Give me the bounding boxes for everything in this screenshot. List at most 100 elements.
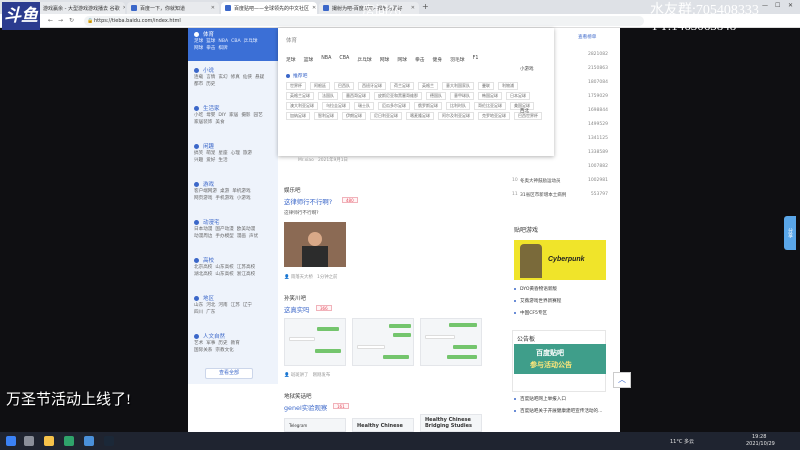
category-link[interactable]: 手办模型 (215, 234, 233, 239)
rank-row[interactable]: 1807084 (512, 80, 608, 85)
category-link[interactable]: 宗教文化 (215, 348, 233, 353)
bar-tag[interactable]: 曼联 (478, 82, 494, 90)
browser-tab-3[interactable]: 百度贴吧——全球领先的中文社区 ✕ (221, 2, 317, 14)
category-link[interactable]: 欧美动漫 (237, 227, 255, 232)
category-link[interactable]: 爱好 (206, 158, 215, 163)
maximize-icon[interactable]: ☐ (775, 2, 780, 9)
category-novel[interactable]: 小说 连载 言情 玄幻 修真 仙侠 悬疑 都市 历史 (188, 66, 278, 88)
category-link[interactable]: 星座 (218, 151, 227, 156)
post-image[interactable] (352, 318, 414, 366)
category-culture[interactable]: 人文自然 艺术 军事 历史 教育 国际关系 宗教文化 (188, 332, 278, 354)
close-tab-icon[interactable]: ✕ (408, 5, 415, 11)
bar-tag[interactable]: 英格兰 (418, 82, 438, 90)
category-link[interactable]: 桌游 (220, 189, 229, 194)
bar-tag[interactable]: 韩国足球 (478, 92, 502, 100)
rank-row[interactable]: 1759029 (512, 94, 608, 99)
bar-tag[interactable]: 瑞士队 (354, 102, 374, 110)
bar-tag[interactable]: 加纳足球 (286, 112, 310, 120)
game-link[interactable]: 艾薇游戏世界新赛程 (514, 298, 561, 304)
post-bar-name[interactable]: 娱乐吧 (284, 186, 301, 194)
category-link[interactable]: 历史 (218, 341, 227, 346)
minimize-icon[interactable]: — (762, 2, 768, 9)
category-link[interactable]: 湖北高校 (194, 272, 212, 277)
category-link[interactable]: 都市 (194, 82, 203, 87)
category-link[interactable]: 北京高校 (194, 265, 212, 270)
game-link[interactable]: DYO黄昏物语新版 (514, 286, 557, 292)
bar-tag[interactable]: 西班牙足球 (358, 82, 386, 90)
category-link[interactable]: 山东高校 (215, 272, 233, 277)
rank-row[interactable]: 2821082 (512, 52, 608, 57)
bar-tag[interactable]: 阿根廷 (310, 82, 330, 90)
clock-date[interactable]: 2021/10/29 (746, 441, 775, 447)
flyout-category-link[interactable]: 羽毛球 (450, 56, 464, 63)
post-title[interactable]: genel实验观察 (284, 403, 327, 412)
category-link[interactable]: 家居装饰 (194, 120, 212, 125)
category-link[interactable]: 玄幻 (218, 75, 227, 80)
close-tab-icon[interactable]: ✕ (309, 5, 316, 11)
post-title[interactable]: 这律师行不行啊? (284, 197, 332, 206)
category-link[interactable]: 小游戏 (237, 196, 251, 201)
category-link[interactable]: 江苏 (231, 303, 240, 308)
flyout-category-link[interactable]: 网球 (397, 56, 407, 63)
weather-text[interactable]: 11°C 多云 (670, 438, 694, 445)
category-link[interactable]: 日本动漫 (194, 227, 212, 232)
post-image[interactable] (284, 222, 346, 267)
view-all-button[interactable]: 查看全部 (205, 368, 253, 379)
category-link[interactable]: 旅游 (243, 151, 252, 156)
bar-tag[interactable]: 法国队 (318, 92, 338, 100)
category-link[interactable]: 四川 (194, 310, 203, 315)
category-link[interactable]: 客户端网游 (194, 189, 217, 194)
notice-banner[interactable]: 百度贴吧 参与活动公告 (514, 344, 606, 374)
category-link[interactable]: 网球 (194, 46, 203, 51)
category-link[interactable]: 教育 (231, 341, 240, 346)
bar-tag[interactable]: 德国队 (426, 92, 446, 100)
category-link[interactable]: 心理 (231, 151, 240, 156)
flyout-category-link[interactable]: F1 (473, 56, 479, 63)
bar-tag[interactable]: 克罗地亚足球 (478, 112, 510, 120)
category-games[interactable]: 游戏 客户端网游 桌游 单机游戏 网页游戏 手机游戏 小游戏 (188, 180, 278, 202)
category-link[interactable]: 单机游戏 (232, 189, 250, 194)
category-link[interactable]: 乒乓球 (244, 39, 258, 44)
category-link[interactable]: 美食 (215, 120, 224, 125)
share-float-tab[interactable]: 分享 (784, 216, 796, 250)
flyout-category-link[interactable]: NBA (321, 56, 331, 63)
category-link[interactable]: 广东 (206, 310, 215, 315)
post-image[interactable]: Healthy Chinese (352, 418, 414, 432)
category-link[interactable]: 家居 (229, 113, 238, 118)
category-college[interactable]: 高校 北京高校 山东高校 江苏高校 湖北高校 山东高校 浙江高校 (188, 256, 278, 278)
category-life[interactable]: 生活家 小吃 母婴 DIY 家居 摄影 园艺 家居装饰 美食 (188, 104, 278, 126)
category-link[interactable]: 网页游戏 (194, 196, 212, 201)
category-link[interactable]: 篮球 (206, 39, 215, 44)
category-link[interactable]: 修真 (231, 75, 240, 80)
flyout-category-link[interactable]: 乒乓球 (357, 56, 371, 63)
bar-tag[interactable]: 世界杯 (286, 82, 306, 90)
bar-tag[interactable]: 荷兰足球 (390, 82, 414, 90)
bar-tag[interactable]: 阿尔及利亚足球 (438, 112, 474, 120)
category-link[interactable]: 山东 (194, 303, 203, 308)
bar-tag[interactable]: 尼日利亚足球 (370, 112, 402, 120)
category-link[interactable]: 拳击 (206, 46, 215, 51)
rank-row[interactable]: 1341125 (512, 136, 608, 141)
rank-row[interactable]: 西北 1698844 (512, 108, 608, 114)
reload-icon[interactable]: ↻ (69, 17, 74, 24)
rank-row[interactable]: 1007882 (512, 164, 608, 169)
start-icon[interactable] (6, 436, 16, 446)
category-link[interactable]: 艺术 (194, 341, 203, 346)
meta-user[interactable]: 雨落天大桥 (291, 275, 313, 280)
category-link[interactable]: 园艺 (254, 113, 263, 118)
bar-tag[interactable]: 墨西哥足球 (342, 92, 370, 100)
category-link[interactable]: 江苏高校 (237, 265, 255, 270)
bar-tag[interactable]: 皮斯尼亚和黑塞哥维那 (374, 92, 422, 100)
flyout-category-link[interactable]: 足球 (286, 56, 296, 63)
flyout-category-link[interactable]: 网球 (380, 56, 390, 63)
category-sports[interactable]: 体育 足球 篮球 NBA CBA 乒乓球 网球 拳击 棋牌 (188, 28, 278, 61)
flyout-category-link[interactable]: 拳击 (415, 56, 425, 63)
category-link[interactable]: 生活 (218, 158, 227, 163)
bar-tag[interactable]: 意大利国家队 (442, 82, 474, 90)
category-link[interactable]: NBA (218, 39, 228, 44)
category-link[interactable]: 动漫周边 (194, 234, 212, 239)
rank-row[interactable]: 1499529 (512, 122, 608, 127)
close-window-icon[interactable]: ✕ (788, 2, 793, 9)
browser-icon[interactable] (84, 436, 94, 446)
browser-tab-1[interactable]: 游戏赢余 - 大型游戏游戏播去 谷歌 ✕ (30, 2, 125, 14)
